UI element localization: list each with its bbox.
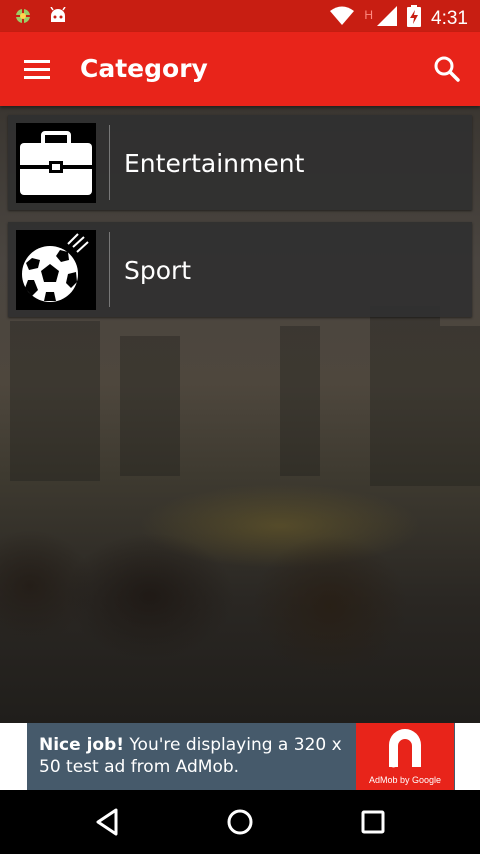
cell-signal-icon — [377, 6, 398, 32]
recents-icon[interactable] — [357, 806, 389, 838]
status-system-icons: H 4:31 — [330, 5, 468, 33]
back-icon[interactable] — [92, 806, 124, 838]
category-item-entertainment[interactable]: Entertainment — [8, 115, 472, 210]
category-label: Entertainment — [124, 149, 305, 178]
admob-logo-text: AdMob by Google — [368, 775, 442, 785]
navigation-bar — [0, 790, 480, 854]
page-title: Category — [80, 54, 208, 83]
wifi-icon — [330, 6, 355, 32]
status-bar: H 4:31 — [0, 0, 480, 32]
briefcase-icon — [16, 123, 96, 203]
hamburger-menu-icon[interactable] — [20, 54, 54, 84]
card-divider — [109, 125, 110, 200]
home-icon[interactable] — [224, 806, 256, 838]
category-list: Entertainment Sport — [8, 115, 472, 329]
ad-content[interactable]: Nice job! You're displaying a 320 x 50 t… — [27, 723, 455, 790]
category-item-sport[interactable]: Sport — [8, 222, 472, 317]
ad-banner: Nice job! You're displaying a 320 x 50 t… — [0, 723, 480, 790]
admob-icon — [389, 729, 421, 768]
soccer-ball-icon — [16, 230, 96, 310]
status-notifications — [12, 6, 68, 31]
android-debug-icon — [12, 6, 34, 31]
battery-charging-icon — [407, 5, 422, 33]
ad-text: Nice job! You're displaying a 320 x 50 t… — [39, 734, 354, 778]
category-label: Sport — [124, 256, 192, 285]
admob-logo: AdMob by Google — [356, 723, 454, 790]
status-time: 4:31 — [431, 8, 468, 29]
ad-headline: Nice job! — [39, 735, 125, 755]
android-icon — [48, 6, 68, 30]
screen: H 4:31 Category Entertainment Sport Nice… — [0, 0, 480, 854]
network-type-label: H — [364, 8, 374, 22]
app-bar: Category — [0, 32, 480, 106]
card-divider — [109, 232, 110, 307]
search-icon[interactable] — [430, 52, 464, 86]
